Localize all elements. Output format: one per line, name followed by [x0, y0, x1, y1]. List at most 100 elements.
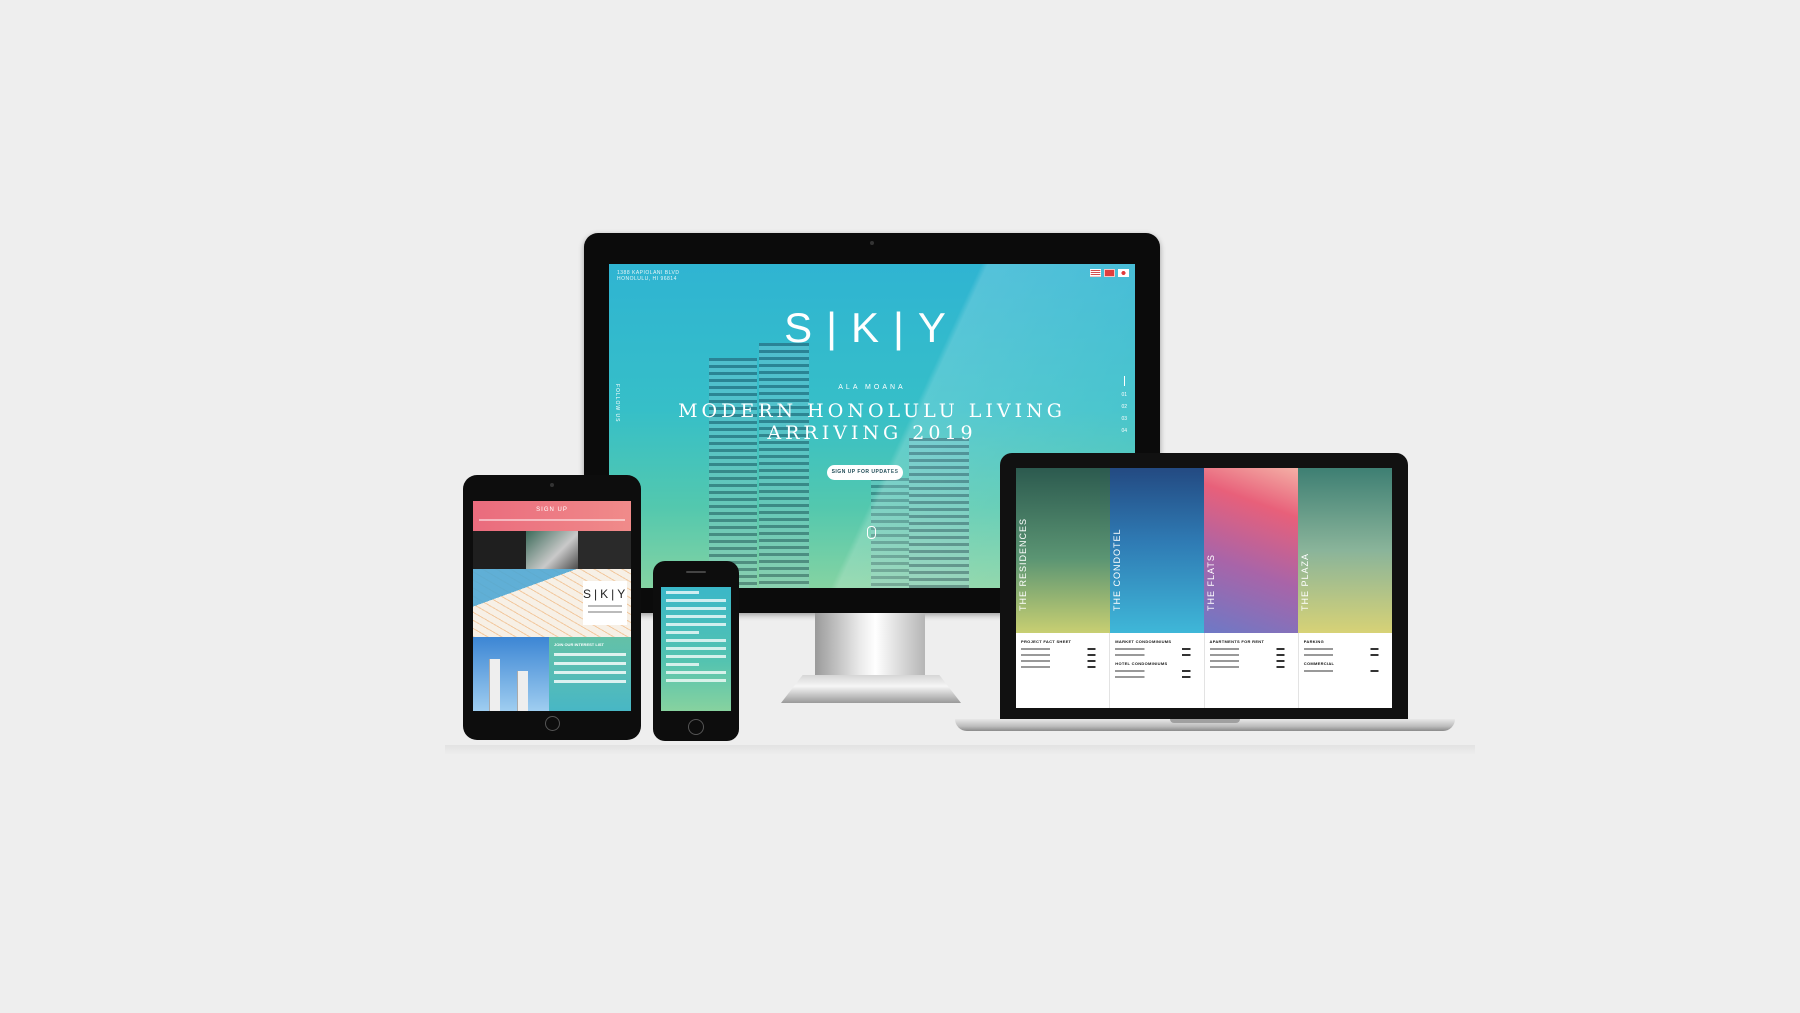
fact-row [1021, 654, 1105, 656]
building-tower [517, 671, 528, 711]
fact-row [1115, 676, 1199, 678]
fact-title: HOTEL CONDOMINIUMS [1115, 661, 1168, 666]
monitor-stand-neck [815, 613, 925, 675]
form-field[interactable] [666, 663, 699, 666]
tablet-camera [550, 483, 554, 487]
laptop: THE RESIDENCES THE CONDOTEL THE FLATS TH… [1000, 453, 1408, 723]
fact-row [1209, 660, 1293, 662]
floor-shadow [445, 745, 1475, 755]
hero-headline: MODERN HONOLULU LIVING ARRIVING 2019 [609, 400, 1135, 444]
fact-row [1303, 654, 1387, 656]
tablet-map[interactable]: S|K|Y [473, 569, 631, 637]
column-plaza[interactable]: THE PLAZA [1298, 468, 1392, 633]
phone-speaker [686, 571, 706, 573]
form-field[interactable] [666, 631, 699, 634]
column-flats[interactable]: THE FLATS [1204, 468, 1298, 633]
form-field[interactable] [666, 607, 726, 610]
phone-screen [661, 587, 731, 711]
site-logo-subtitle: ALA MOANA [838, 384, 906, 391]
laptop-notch [1170, 719, 1240, 723]
form-field[interactable] [666, 655, 726, 658]
tablet-header-title: SIGN UP [536, 507, 568, 513]
map-card-logo: S|K|Y [583, 587, 629, 601]
laptop-screen: THE RESIDENCES THE CONDOTEL THE FLATS TH… [1016, 468, 1392, 708]
map-card-line [588, 611, 622, 613]
fact-title: MARKET CONDOMINIUMS [1115, 639, 1172, 644]
us-flag-icon[interactable] [1090, 269, 1101, 277]
section-pager: 01 02 03 04 [1121, 376, 1127, 434]
fact-row [1021, 660, 1105, 662]
smartphone [653, 561, 739, 741]
map-card-line [588, 605, 622, 607]
fact-row [1303, 670, 1387, 672]
fact-row [1115, 654, 1199, 656]
language-switcher[interactable] [1090, 269, 1129, 277]
fact-title: PARKING [1303, 639, 1324, 644]
japan-flag-icon[interactable] [1118, 269, 1129, 277]
phone-home-button[interactable] [688, 719, 704, 735]
scroll-mouse-icon[interactable] [867, 526, 876, 539]
pager-item[interactable]: 03 [1121, 416, 1127, 422]
site-logo[interactable]: S|K|Y [609, 304, 1135, 352]
form-field[interactable] [666, 679, 726, 682]
product-columns: THE RESIDENCES THE CONDOTEL THE FLATS TH… [1016, 468, 1392, 633]
form-field[interactable] [554, 671, 626, 674]
map-info-card: S|K|Y [583, 581, 627, 625]
column-label: THE FLATS [1206, 554, 1216, 611]
form-field[interactable] [666, 615, 726, 618]
building-tower [871, 478, 909, 588]
tablet: SIGN UP S|K|Y JOIN OUR INTEREST LIST [463, 475, 641, 740]
fact-title: APARTMENTS FOR RENT [1209, 639, 1265, 644]
pager-item[interactable]: 01 [1121, 392, 1127, 398]
form-title: JOIN OUR INTEREST LIST [554, 642, 605, 647]
photo-tile[interactable] [473, 531, 526, 569]
china-flag-icon[interactable] [1104, 269, 1115, 277]
tablet-signup-header[interactable]: SIGN UP [473, 501, 631, 531]
fact-row [1303, 648, 1387, 650]
form-field[interactable] [666, 599, 726, 602]
form-field[interactable] [554, 680, 626, 683]
building-tower [709, 358, 757, 588]
hero-headline-line: MODERN HONOLULU LIVING [678, 400, 1066, 422]
photo-tile[interactable] [578, 531, 631, 569]
hero-headline-line: ARRIVING 2019 [767, 422, 977, 444]
fact-column: APARTMENTS FOR RENT [1205, 633, 1299, 708]
column-label: THE CONDOTEL [1112, 528, 1122, 611]
pager-indicator [1123, 376, 1125, 386]
building-tower [909, 438, 969, 588]
fact-row [1209, 648, 1293, 650]
form-field[interactable] [666, 671, 726, 674]
fact-title: COMMERCIAL [1303, 661, 1335, 666]
pager-item[interactable]: 02 [1121, 404, 1127, 410]
fact-row [1209, 666, 1293, 668]
follow-us-link[interactable]: FOLLOW US [614, 384, 620, 422]
fact-sheet: PROJECT FACT SHEET MARKET CONDOMINIUMS H… [1016, 633, 1392, 708]
column-label: THE RESIDENCES [1018, 517, 1028, 611]
fact-row [1115, 648, 1199, 650]
fact-column: MARKET CONDOMINIUMS HOTEL CONDOMINIUMS [1110, 633, 1205, 708]
fact-column: PARKING COMMERCIAL [1299, 633, 1392, 708]
form-field[interactable] [666, 639, 726, 642]
fact-column: PROJECT FACT SHEET [1016, 633, 1111, 708]
form-field[interactable] [554, 662, 626, 665]
tablet-bottom-section: JOIN OUR INTEREST LIST [473, 637, 631, 711]
form-field[interactable] [554, 653, 626, 656]
pager-item[interactable]: 04 [1121, 428, 1127, 434]
column-residences[interactable]: THE RESIDENCES [1016, 468, 1110, 633]
photo-tile[interactable] [525, 531, 579, 569]
signup-updates-button[interactable]: SIGN UP FOR UPDATES [827, 465, 903, 480]
form-field[interactable] [666, 623, 726, 626]
tablet-interest-form: JOIN OUR INTEREST LIST [549, 637, 631, 711]
tablet-photo-strip [473, 531, 631, 569]
monitor-stand-base [781, 675, 961, 703]
device-mockup-scene: 1388 KAPIOLANI BLVD HONOLULU, HI 96814 S… [0, 0, 1800, 1013]
column-condotel[interactable]: THE CONDOTEL [1110, 468, 1204, 633]
form-field[interactable] [666, 647, 726, 650]
building-tower [489, 659, 500, 711]
form-field [666, 591, 699, 594]
tablet-home-button[interactable] [545, 716, 560, 731]
fact-row [1115, 670, 1199, 672]
fact-row [1021, 648, 1105, 650]
site-address: 1388 KAPIOLANI BLVD HONOLULU, HI 96814 [617, 270, 680, 282]
building-tower [759, 343, 809, 588]
